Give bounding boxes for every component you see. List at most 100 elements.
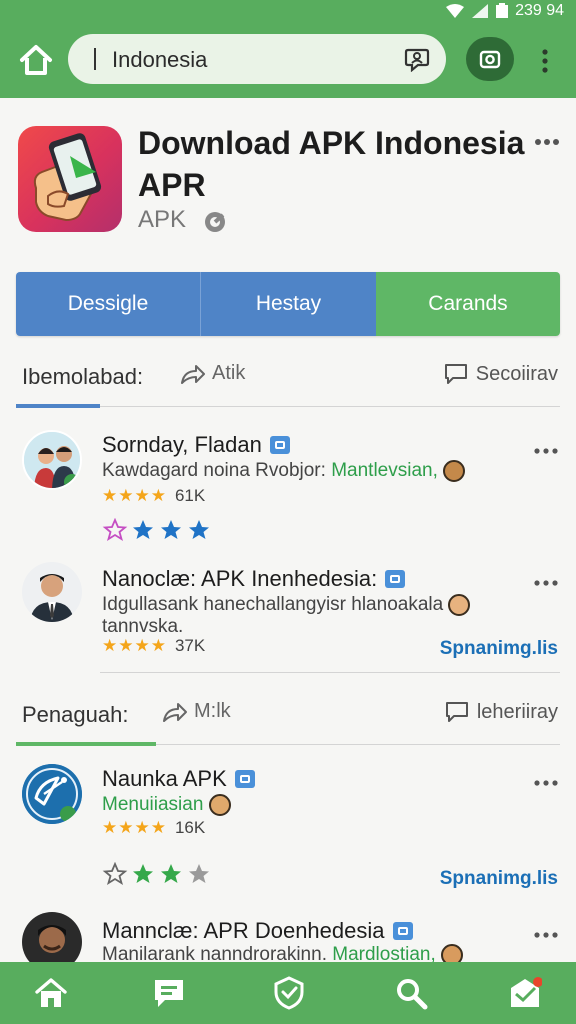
shield-icon[interactable] (272, 976, 306, 1010)
status-time: 239 94 (515, 2, 564, 19)
comment-icon (445, 702, 468, 722)
list-item[interactable]: Mannclæ: APR Doenhedesia Manilarank nann… (0, 908, 576, 962)
item-stats: ★★★★ 61K (102, 486, 205, 506)
item-name-text: Sornday, Fladan (102, 432, 262, 457)
star-filled-icon[interactable] (186, 862, 212, 886)
item-description: Manilarank nanndrorakinn. Mardlostian, (102, 944, 464, 962)
item-name: Naunka APK (102, 766, 255, 792)
item-description: Menuiiasian (102, 794, 231, 816)
home-icon[interactable] (34, 976, 68, 1010)
star-outline-icon[interactable] (102, 518, 128, 542)
info-gear-icon[interactable] (203, 210, 227, 234)
star-filled-icon[interactable] (158, 518, 184, 542)
star-rating: ★★★★ (102, 486, 167, 505)
star-filled-icon[interactable] (130, 518, 156, 542)
more-options-icon[interactable] (534, 932, 558, 938)
item-name-text: Mannclæ: APR Doenhedesia (102, 918, 385, 943)
signal-icon (472, 4, 489, 18)
more-options-icon[interactable] (534, 780, 558, 786)
address-text[interactable]: Indonesia (112, 47, 207, 73)
tab-hestay[interactable]: Hestay (200, 272, 376, 336)
camera-icon (479, 50, 501, 69)
item-name: Mannclæ: APR Doenhedesia (102, 918, 413, 944)
item-stats: ★★★★ 37K (102, 636, 205, 656)
item-description-line2: tannvska. (102, 616, 184, 637)
share-icon (163, 702, 187, 722)
desc-text: Kawdagard noina Rvobjor: (102, 460, 332, 482)
text-cursor (94, 48, 96, 70)
list-item[interactable]: Nanoclæ: APK Inenhedesia: Idgullasank ha… (0, 558, 576, 672)
voice-search-icon[interactable] (404, 46, 430, 72)
item-name: Sornday, Fladan (102, 432, 290, 458)
status-icons: 239 94 (445, 2, 564, 20)
home-icon[interactable] (18, 42, 54, 78)
download-count: 61K (174, 486, 206, 505)
verified-badge-icon (385, 570, 406, 588)
small-avatar-icon (441, 944, 464, 962)
comment-label: leheriiray (476, 700, 558, 723)
rate-stars[interactable] (102, 862, 212, 886)
chat-icon[interactable] (152, 976, 186, 1010)
item-description: Idgullasank hanechallangyisr hlanoakala (102, 594, 471, 616)
segmented-tabs: Dessigle Hestay Carands (16, 272, 560, 336)
overflow-menu-icon[interactable] (538, 48, 552, 74)
share-button[interactable]: M:lk (162, 700, 231, 723)
star-outline-icon[interactable] (102, 862, 128, 886)
comment-button[interactable]: Secoiirav (444, 362, 558, 386)
active-indicator (16, 742, 156, 746)
open-link[interactable]: Spnanimg.lis (440, 638, 558, 660)
section-title: Ibemolabad: (22, 364, 144, 389)
desc-text: Manilarank nanndrorakinn. (102, 944, 333, 962)
battery-icon (496, 3, 509, 18)
inbox-icon[interactable] (508, 976, 542, 1010)
section-header: Ibemolabad: Atik Secoiirav (0, 348, 576, 408)
star-filled-icon[interactable] (158, 862, 184, 886)
download-count: 16K (174, 818, 206, 837)
search-icon[interactable] (394, 976, 428, 1010)
verified-badge-icon (234, 770, 255, 788)
tab-carands[interactable]: Carands (376, 272, 560, 336)
satellite-dish-icon (22, 764, 82, 824)
share-label: Atik (212, 362, 246, 384)
more-options-icon[interactable] (534, 138, 560, 146)
avatar (22, 764, 82, 824)
small-avatar-icon (448, 594, 471, 616)
avatar (22, 562, 82, 622)
desc-highlight[interactable]: Mantlevsian, (331, 460, 438, 481)
star-rating: ★★★★ (102, 636, 167, 655)
share-button[interactable]: Atik (180, 362, 245, 385)
comment-button[interactable]: leheriiray (445, 700, 558, 724)
list-item[interactable]: Naunka APK Menuiiasian ★★★★ 16K Spnanimg… (0, 758, 576, 904)
tab-dessigle[interactable]: Dessigle (16, 272, 200, 336)
download-count: 37K (174, 636, 206, 655)
item-description: Kawdagard noina Rvobjor: Mantlevsian, (102, 460, 466, 482)
item-name: Nanoclæ: APK Inenhedesia: (102, 566, 406, 592)
more-options-icon[interactable] (534, 580, 558, 586)
avatar (22, 912, 82, 962)
divider (100, 672, 560, 673)
section-header: Penaguah: M:lk leheriiray (0, 686, 576, 746)
man-avatar-image (22, 912, 82, 962)
camera-button[interactable] (466, 37, 514, 81)
small-avatar-icon (208, 794, 231, 816)
small-avatar-icon (443, 460, 466, 482)
open-link[interactable]: Spnanimg.lis (440, 868, 558, 890)
address-bar[interactable]: Indonesia (68, 34, 446, 84)
desc-highlight[interactable]: Menuiiasian (102, 794, 203, 815)
rate-stars[interactable] (102, 518, 212, 542)
list-item[interactable]: Sornday, Fladan Kawdagard noina Rvobjor:… (0, 424, 576, 558)
star-filled-icon[interactable] (186, 518, 212, 542)
browser-toolbar: Indonesia (0, 24, 576, 98)
avatar (22, 430, 82, 490)
more-options-icon[interactable] (534, 448, 558, 454)
desc-highlight[interactable]: Mardlostian, (332, 944, 436, 962)
star-filled-icon[interactable] (130, 862, 156, 886)
active-indicator (16, 404, 100, 408)
share-icon (181, 364, 205, 384)
comment-label: Secoiirav (475, 362, 558, 385)
phone-in-hand-icon (33, 133, 102, 222)
item-name-text: Naunka APK (102, 766, 227, 791)
comment-icon (444, 364, 467, 384)
wifi-icon (446, 4, 465, 18)
app-icon (18, 126, 122, 232)
